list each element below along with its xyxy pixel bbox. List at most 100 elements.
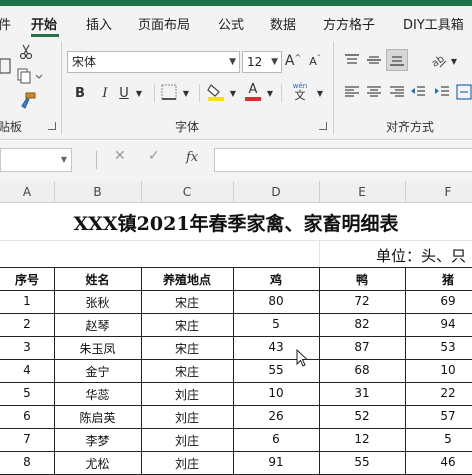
cell-location[interactable]: 刘庄 [141, 455, 233, 472]
font-color-dropdown-icon[interactable]: ▼ [265, 88, 275, 98]
cell-duck[interactable]: 82 [319, 317, 405, 331]
column-header-a[interactable]: A [0, 185, 54, 199]
cell-pig[interactable]: 94 [405, 317, 472, 331]
tab-fangfang[interactable]: 方方格子 [323, 14, 375, 33]
tab-home[interactable]: 开始 [31, 14, 57, 33]
cell-chicken[interactable]: 5 [233, 317, 319, 331]
shrink-font-button[interactable]: Aˇ [307, 52, 323, 70]
column-header-e[interactable]: E [319, 185, 405, 199]
cell-duck[interactable]: 72 [319, 294, 405, 308]
tab-data[interactable]: 数据 [270, 14, 296, 33]
increase-indent-icon[interactable] [433, 84, 451, 100]
font-size-select[interactable]: 12 ▼ [242, 51, 282, 73]
tab-page-layout[interactable]: 页面布局 [138, 14, 190, 33]
cell-chicken[interactable]: 26 [233, 409, 319, 423]
cell-duck[interactable]: 31 [319, 386, 405, 400]
format-painter-icon[interactable] [18, 92, 36, 110]
fill-dropdown-icon[interactable]: ▼ [228, 88, 238, 98]
cell-location[interactable]: 刘庄 [141, 386, 233, 403]
align-right-icon[interactable] [388, 84, 406, 100]
cell-pig[interactable]: 53 [405, 340, 472, 354]
cell-location[interactable]: 宋庄 [141, 317, 233, 334]
cell-duck[interactable]: 68 [319, 363, 405, 377]
grow-font-button[interactable]: A ^ [285, 52, 301, 70]
column-header-c[interactable]: C [141, 185, 233, 199]
name-box[interactable]: ▼ [0, 148, 72, 172]
cell-name[interactable]: 金宁 [54, 363, 141, 380]
column-header-d[interactable]: D [233, 185, 319, 199]
decrease-indent-icon[interactable] [409, 84, 427, 100]
cell-chicken[interactable]: 80 [233, 294, 319, 308]
cell-name[interactable]: 张秋 [54, 294, 141, 311]
cell-chicken[interactable]: 6 [233, 432, 319, 446]
cell-index[interactable]: 2 [0, 317, 54, 331]
font-color-button[interactable]: A [243, 82, 263, 102]
cell-duck[interactable]: 55 [319, 455, 405, 469]
align-bottom-icon[interactable] [386, 49, 408, 71]
header-duck[interactable]: 鸭 [319, 271, 405, 288]
font-name-select[interactable]: 宋体 ▼ [67, 51, 240, 73]
highlight-fill-icon[interactable] [206, 82, 226, 102]
column-header-f[interactable]: F [405, 185, 472, 199]
column-header-b[interactable]: B [54, 185, 141, 199]
cell-name[interactable]: 朱玉凤 [54, 340, 141, 357]
orientation-dropdown-icon[interactable]: ▼ [449, 56, 459, 66]
cell-name[interactable]: 李梦 [54, 432, 141, 449]
orientation-icon[interactable]: ab [428, 50, 448, 70]
align-middle-icon[interactable] [365, 52, 383, 68]
cut-icon[interactable] [18, 43, 34, 61]
merge-center-icon[interactable] [456, 82, 472, 102]
insert-function-icon[interactable]: fx [186, 150, 198, 165]
cell-name[interactable]: 陈启英 [54, 409, 141, 426]
header-location[interactable]: 养殖地点 [141, 271, 233, 288]
tab-diy-toolbox[interactable]: DIY工具箱 [403, 14, 464, 33]
cell-name[interactable]: 尤松 [54, 455, 141, 472]
align-left-icon[interactable] [343, 84, 361, 100]
formula-input[interactable] [214, 148, 472, 172]
header-name[interactable]: 姓名 [54, 271, 141, 288]
cell-name[interactable]: 华蕊 [54, 386, 141, 403]
align-center-icon[interactable] [365, 84, 383, 100]
clipboard-launcher-icon[interactable] [48, 122, 56, 130]
cell-duck[interactable]: 12 [319, 432, 405, 446]
header-pig[interactable]: 猪 [405, 271, 472, 288]
cell-index[interactable]: 3 [0, 340, 54, 354]
cell-chicken[interactable]: 91 [233, 455, 319, 469]
bold-button[interactable]: B [72, 84, 88, 102]
cell-name[interactable]: 赵琴 [54, 317, 141, 334]
underline-dropdown-icon[interactable]: ▼ [134, 88, 144, 98]
cell-pig[interactable]: 5 [405, 432, 472, 446]
cell-location[interactable]: 刘庄 [141, 409, 233, 426]
italic-button[interactable]: I [97, 84, 113, 102]
cell-duck[interactable]: 87 [319, 340, 405, 354]
font-launcher-icon[interactable] [319, 122, 327, 130]
cell-pig[interactable]: 69 [405, 294, 472, 308]
border-icon[interactable] [160, 83, 178, 101]
tab-insert[interactable]: 插入 [86, 14, 112, 33]
cell-chicken[interactable]: 10 [233, 386, 319, 400]
paste-icon[interactable] [0, 56, 14, 76]
cell-index[interactable]: 5 [0, 386, 54, 400]
unit-label[interactable]: 单位：头、只 [376, 245, 466, 266]
header-index[interactable]: 序号 [0, 271, 54, 288]
cell-index[interactable]: 4 [0, 363, 54, 377]
worksheet[interactable]: XXX镇2021年春季家禽、家畜明细表 单位：头、只 序号 姓名 养殖地点鸡鸭猪 1 张… [0, 203, 472, 475]
cell-index[interactable]: 8 [0, 455, 54, 469]
enter-icon[interactable]: ✓ [148, 148, 160, 164]
cell-index[interactable]: 7 [0, 432, 54, 446]
cell-pig[interactable]: 10 [405, 363, 472, 377]
cell-location[interactable]: 刘庄 [141, 432, 233, 449]
cell-location[interactable]: 宋庄 [141, 363, 233, 380]
sheet-title[interactable]: XXX镇2021年春季家禽、家畜明细表 [0, 209, 472, 236]
copy-icon[interactable] [16, 68, 46, 84]
tab-file[interactable]: 件 [0, 14, 11, 33]
underline-button[interactable]: U [116, 84, 132, 102]
align-top-icon[interactable] [343, 52, 361, 68]
cell-pig[interactable]: 46 [405, 455, 472, 469]
phonetic-dropdown-icon[interactable]: ▼ [315, 88, 325, 98]
cell-duck[interactable]: 52 [319, 409, 405, 423]
tab-formulas[interactable]: 公式 [218, 14, 244, 33]
cell-pig[interactable]: 57 [405, 409, 472, 423]
border-dropdown-icon[interactable]: ▼ [181, 88, 191, 98]
cell-pig[interactable]: 22 [405, 386, 472, 400]
